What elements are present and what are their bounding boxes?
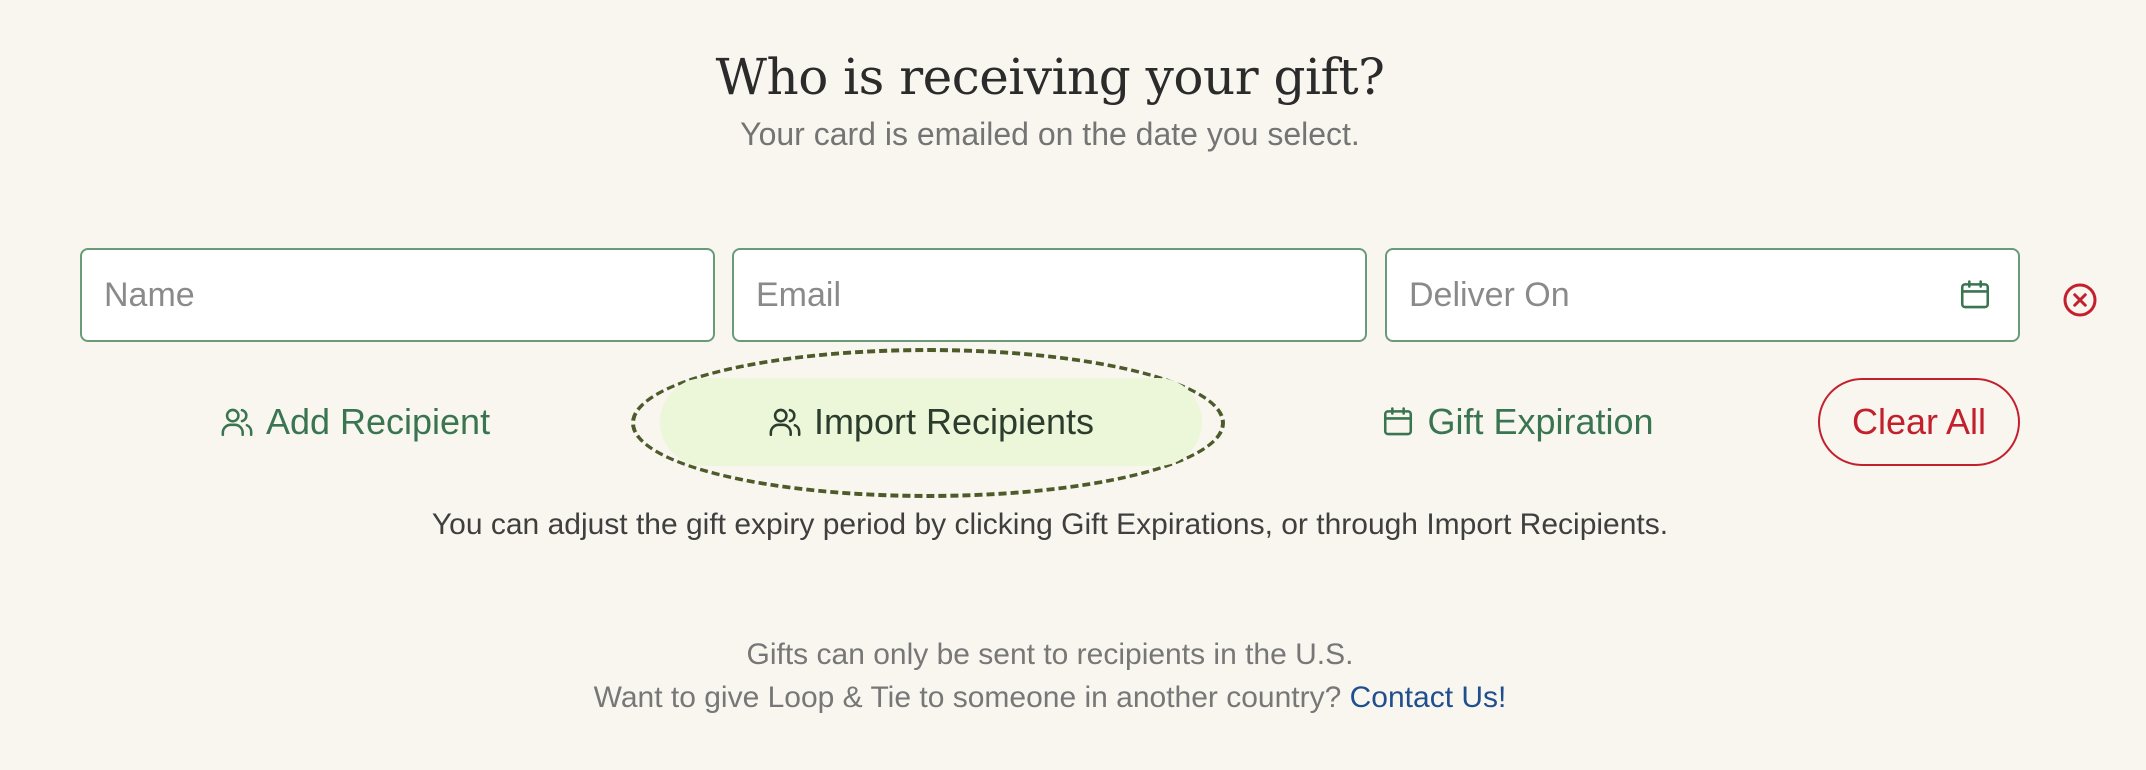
deliver-on-input[interactable] — [1387, 250, 2018, 340]
calendar-icon — [1384, 407, 1413, 436]
add-recipient-button[interactable]: Add Recipient — [220, 378, 490, 466]
page-title: Who is receiving your gift? — [715, 48, 1385, 106]
add-recipient-label: Add Recipient — [265, 401, 491, 442]
gift-expiration-button[interactable]: Gift Expiration — [1380, 378, 1655, 466]
gift-expiration-label: Gift Expiration — [1427, 401, 1654, 442]
remove-recipient-icon[interactable] — [2062, 282, 2098, 318]
users-icon — [221, 408, 253, 437]
clear-all-button[interactable]: Clear All — [1818, 378, 2020, 466]
email-field-container — [732, 248, 1367, 342]
deliver-on-field-container — [1385, 248, 2020, 342]
import-recipients-label: Import Recipients — [813, 401, 1095, 442]
international-notice: Want to give Loop & Tie to someone in an… — [0, 681, 2100, 715]
contact-us-link[interactable]: Contact Us! — [1350, 681, 1507, 714]
users-icon — [769, 408, 801, 437]
page-subtitle: Your card is emailed on the date you sel… — [740, 116, 1360, 152]
us-only-notice: Gifts can only be sent to recipients in … — [746, 638, 1354, 671]
email-input[interactable] — [734, 250, 1365, 340]
gift-expiry-hint: You can adjust the gift expiry period by… — [431, 508, 1669, 541]
international-notice-text: Want to give Loop & Tie to someone in an… — [593, 681, 1342, 714]
clear-all-label: Clear All — [1851, 401, 1987, 442]
calendar-icon[interactable] — [1958, 278, 1992, 312]
import-recipients-button[interactable]: Import Recipients — [660, 378, 1202, 466]
name-input[interactable] — [82, 250, 713, 340]
name-field-container — [80, 248, 715, 342]
